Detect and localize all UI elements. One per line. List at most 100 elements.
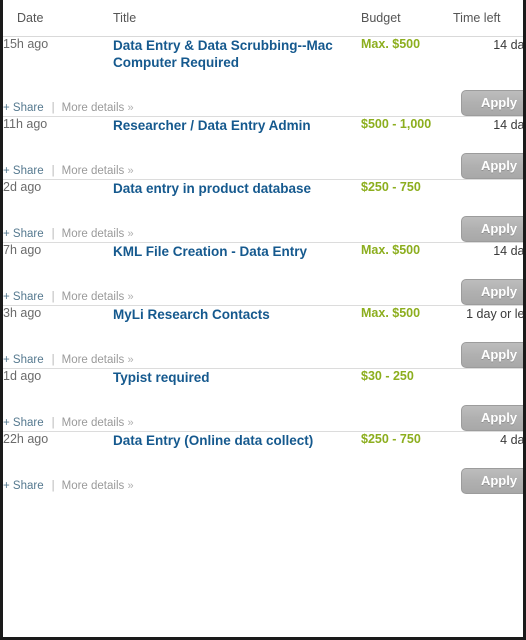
apply-cell: Apply bbox=[361, 261, 523, 306]
more-details-label: More details bbox=[61, 291, 125, 303]
more-details-link[interactable]: More details » bbox=[62, 165, 134, 177]
action-separator: | bbox=[51, 354, 55, 366]
share-link[interactable]: + Share bbox=[3, 165, 44, 177]
table-row-actions: + Share | More details » Apply bbox=[3, 450, 523, 494]
apply-button[interactable]: Apply bbox=[461, 468, 523, 494]
job-date: 15h ago bbox=[3, 36, 113, 72]
row-action-links: + Share | More details » bbox=[3, 324, 361, 369]
job-time-left: 1 day or less bbox=[453, 305, 523, 324]
job-title-cell: Data Entry & Data Scrubbing--Mac Compute… bbox=[113, 36, 361, 72]
row-action-links: + Share | More details » bbox=[3, 198, 361, 243]
chevron-right-icon: » bbox=[127, 417, 134, 429]
apply-cell: Apply bbox=[361, 135, 523, 180]
more-details-link[interactable]: More details » bbox=[62, 228, 134, 240]
job-date: 2d ago bbox=[3, 179, 113, 198]
row-action-links: + Share | More details » bbox=[3, 450, 361, 494]
more-details-label: More details bbox=[61, 354, 125, 366]
more-details-link[interactable]: More details » bbox=[62, 480, 134, 492]
job-title-link[interactable]: KML File Creation - Data Entry bbox=[113, 243, 307, 260]
table-header: Date Title Budget Time left bbox=[3, 0, 523, 37]
job-title-link[interactable]: Data entry in product database bbox=[113, 180, 311, 197]
job-time-left: 14 days bbox=[453, 116, 523, 135]
job-time-left bbox=[453, 179, 523, 198]
table-row-actions: + Share | More details » Apply bbox=[3, 387, 523, 432]
job-title-link[interactable]: Typist required bbox=[113, 369, 210, 386]
job-date: 1d ago bbox=[3, 368, 113, 387]
job-budget: $500 - 1,000 bbox=[361, 116, 453, 135]
apply-cell: Apply bbox=[361, 324, 523, 369]
share-link[interactable]: + Share bbox=[3, 228, 44, 240]
job-title-cell: Data entry in product database bbox=[113, 179, 361, 198]
share-link[interactable]: + Share bbox=[3, 102, 44, 114]
job-title-link[interactable]: MyLi Research Contacts bbox=[113, 306, 270, 323]
job-date: 22h ago bbox=[3, 431, 113, 450]
job-title-cell: KML File Creation - Data Entry bbox=[113, 242, 361, 261]
row-action-links: + Share | More details » bbox=[3, 261, 361, 306]
apply-button[interactable]: Apply bbox=[461, 405, 523, 431]
job-title-link[interactable]: Data Entry & Data Scrubbing--Mac Compute… bbox=[113, 37, 361, 71]
more-details-link[interactable]: More details » bbox=[62, 417, 134, 429]
more-details-label: More details bbox=[61, 480, 125, 492]
job-budget: Max. $500 bbox=[361, 36, 453, 72]
action-separator: | bbox=[51, 165, 55, 177]
column-header-budget: Budget bbox=[361, 0, 453, 37]
action-separator: | bbox=[51, 228, 55, 240]
apply-button[interactable]: Apply bbox=[461, 342, 523, 368]
row-action-links: + Share | More details » bbox=[3, 135, 361, 180]
job-title-link[interactable]: Researcher / Data Entry Admin bbox=[113, 117, 311, 134]
job-budget: $30 - 250 bbox=[361, 368, 453, 387]
job-title-link[interactable]: Data Entry (Online data collect) bbox=[113, 432, 313, 449]
job-listings-table: Date Title Budget Time left 15h ago Data … bbox=[3, 0, 523, 494]
job-time-left: 4 days bbox=[453, 431, 523, 450]
action-separator: | bbox=[51, 480, 55, 492]
more-details-label: More details bbox=[61, 417, 125, 429]
job-title-cell: Researcher / Data Entry Admin bbox=[113, 116, 361, 135]
action-separator: | bbox=[51, 291, 55, 303]
apply-cell: Apply bbox=[361, 72, 523, 117]
share-link[interactable]: + Share bbox=[3, 291, 44, 303]
share-link[interactable]: + Share bbox=[3, 354, 44, 366]
apply-button[interactable]: Apply bbox=[461, 90, 523, 116]
chevron-right-icon: » bbox=[127, 228, 134, 240]
column-header-time-left: Time left bbox=[453, 0, 523, 37]
more-details-link[interactable]: More details » bbox=[62, 102, 134, 114]
job-date: 11h ago bbox=[3, 116, 113, 135]
job-title-cell: Typist required bbox=[113, 368, 361, 387]
more-details-link[interactable]: More details » bbox=[62, 354, 134, 366]
job-budget: Max. $500 bbox=[361, 305, 453, 324]
more-details-label: More details bbox=[61, 102, 125, 114]
job-budget: $250 - 750 bbox=[361, 179, 453, 198]
row-action-links: + Share | More details » bbox=[3, 72, 361, 117]
job-listings-panel: Date Title Budget Time left 15h ago Data … bbox=[0, 0, 526, 640]
job-budget: $250 - 750 bbox=[361, 431, 453, 450]
table-row: 22h ago Data Entry (Online data collect) $… bbox=[3, 431, 523, 450]
table-row-actions: + Share | More details » Apply bbox=[3, 135, 523, 180]
chevron-right-icon: » bbox=[127, 165, 134, 177]
apply-cell: Apply bbox=[361, 198, 523, 243]
action-separator: | bbox=[51, 102, 55, 114]
table-row: 15h ago Data Entry & Data Scrubbing--Mac … bbox=[3, 36, 523, 72]
share-link[interactable]: + Share bbox=[3, 480, 44, 492]
apply-button[interactable]: Apply bbox=[461, 216, 523, 242]
apply-cell: Apply bbox=[361, 387, 523, 432]
table-row: 3h ago MyLi Research Contacts Max. $500 1 d… bbox=[3, 305, 523, 324]
table-row-actions: + Share | More details » Apply bbox=[3, 261, 523, 306]
more-details-link[interactable]: More details » bbox=[62, 291, 134, 303]
apply-button[interactable]: Apply bbox=[461, 153, 523, 179]
job-time-left bbox=[453, 368, 523, 387]
apply-cell: Apply bbox=[361, 450, 523, 494]
table-row-actions: + Share | More details » Apply bbox=[3, 198, 523, 243]
chevron-right-icon: » bbox=[127, 480, 134, 492]
column-header-date: Date bbox=[3, 0, 113, 37]
share-link[interactable]: + Share bbox=[3, 417, 44, 429]
job-date: 7h ago bbox=[3, 242, 113, 261]
table-row: 11h ago Researcher / Data Entry Admin $500… bbox=[3, 116, 523, 135]
more-details-label: More details bbox=[61, 228, 125, 240]
table-header-row: Date Title Budget Time left bbox=[3, 0, 523, 37]
apply-button[interactable]: Apply bbox=[461, 279, 523, 305]
row-action-links: + Share | More details » bbox=[3, 387, 361, 432]
job-title-cell: Data Entry (Online data collect) bbox=[113, 431, 361, 450]
chevron-right-icon: » bbox=[127, 102, 134, 114]
chevron-right-icon: » bbox=[127, 291, 134, 303]
table-row-actions: + Share | More details » Apply bbox=[3, 324, 523, 369]
